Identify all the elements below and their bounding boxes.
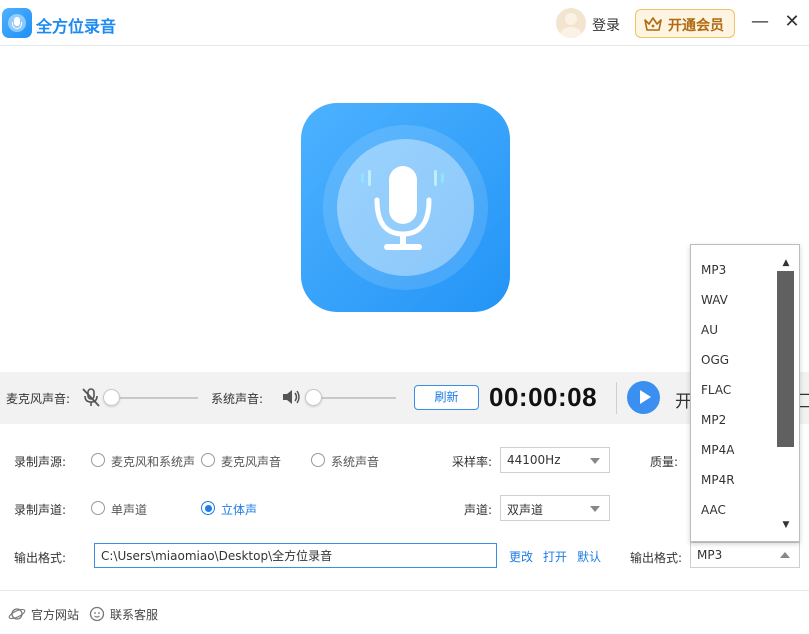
app-title: 全方位录音 <box>36 17 117 36</box>
chevron-down-icon <box>590 458 600 464</box>
open-link[interactable]: 打开 <box>543 548 567 565</box>
source-label: 录制声源: <box>14 455 67 469</box>
mic-volume-track[interactable] <box>110 397 198 399</box>
footer: 官方网站 联系客服 <box>0 590 809 634</box>
output-path-input[interactable] <box>94 543 497 568</box>
scroll-down-icon[interactable]: ▼ <box>780 519 792 531</box>
system-volume-label: 系统声音: <box>211 392 264 406</box>
planet-icon <box>8 608 26 620</box>
refresh-button[interactable]: 刷新 <box>414 385 479 410</box>
mic-muted-icon[interactable] <box>80 386 102 408</box>
sample-rate-label: 采样率: <box>452 455 493 469</box>
source-option-label[interactable]: 系统声音 <box>331 453 379 470</box>
output-label: 输出格式: <box>14 551 67 565</box>
channel-option-label[interactable]: 立体声 <box>221 501 257 518</box>
quality-label: 质量: <box>650 455 679 469</box>
system-volume-slider[interactable] <box>305 389 322 406</box>
headset-icon <box>89 606 105 622</box>
format-option[interactable]: AAC <box>701 503 726 517</box>
change-link[interactable]: 更改 <box>509 548 533 565</box>
chevron-down-icon <box>590 506 600 512</box>
format-label: 输出格式: <box>630 551 683 565</box>
microphone-icon <box>361 166 444 250</box>
format-dropdown[interactable]: MP3 WAV AU OGG FLAC MP2 MP4A MP4R AAC ▲ … <box>690 244 800 542</box>
channel-radio-stereo[interactable] <box>201 501 215 515</box>
recording-timer: 00:00:08 <box>489 382 598 412</box>
source-option-label[interactable]: 麦克风声音 <box>221 453 281 470</box>
format-option[interactable]: OGG <box>701 353 729 367</box>
mic-volume-slider[interactable] <box>103 389 120 406</box>
source-radio-system[interactable] <box>311 453 325 467</box>
play-icon <box>640 390 651 404</box>
format-option[interactable]: WAV <box>701 293 728 307</box>
sample-rate-value: 44100Hz <box>507 453 561 467</box>
minimize-button[interactable]: — <box>748 10 772 34</box>
speaker-icon[interactable] <box>280 386 302 408</box>
source-radio-mic-system[interactable] <box>91 453 105 467</box>
website-link[interactable]: 官方网站 <box>31 606 79 623</box>
channel-option-label[interactable]: 单声道 <box>111 501 147 518</box>
channels-label: 声道: <box>464 503 493 517</box>
format-option[interactable]: MP2 <box>701 413 726 427</box>
source-option-label[interactable]: 麦克风和系统声 <box>111 453 195 470</box>
channel-radio-mono[interactable] <box>91 501 105 515</box>
format-option[interactable]: MP3 <box>701 263 726 277</box>
scroll-up-icon[interactable]: ▲ <box>780 257 792 269</box>
dropdown-scrollbar[interactable]: ▲ ▼ <box>777 253 795 535</box>
channels-value: 双声道 <box>507 503 544 517</box>
crown-icon <box>644 17 662 31</box>
format-option[interactable]: MP4A <box>701 443 734 457</box>
format-option[interactable]: FLAC <box>701 383 731 397</box>
chevron-up-icon <box>780 552 790 558</box>
sample-rate-select[interactable]: 44100Hz <box>500 447 610 473</box>
avatar[interactable] <box>556 8 586 38</box>
title-bar: 全方位录音 登录 开通会员 — ✕ <box>0 0 809 46</box>
channel-label: 录制声道: <box>14 503 67 517</box>
login-link[interactable]: 登录 <box>592 15 620 35</box>
mic-volume-label: 麦克风声音: <box>6 392 71 406</box>
format-option[interactable]: MP4R <box>701 473 735 487</box>
channels-select[interactable]: 双声道 <box>500 495 610 521</box>
control-bar: 麦克风声音: 系统声音: 刷新 00:00:08 开 匚 <box>0 372 809 424</box>
format-select[interactable]: MP3 <box>690 542 800 568</box>
app-logo-icon <box>2 8 32 38</box>
source-radio-mic[interactable] <box>201 453 215 467</box>
format-value: MP3 <box>697 548 723 562</box>
vip-label: 开通会员 <box>668 18 724 34</box>
app-logo-large <box>301 103 510 312</box>
support-link[interactable]: 联系客服 <box>110 606 158 623</box>
start-record-button[interactable] <box>627 381 660 414</box>
default-link[interactable]: 默认 <box>577 548 601 565</box>
scrollbar-thumb[interactable] <box>777 271 794 447</box>
divider <box>616 382 617 414</box>
close-button[interactable]: ✕ <box>780 10 804 34</box>
vip-button[interactable]: 开通会员 <box>635 9 735 38</box>
format-option[interactable]: AU <box>701 323 718 337</box>
